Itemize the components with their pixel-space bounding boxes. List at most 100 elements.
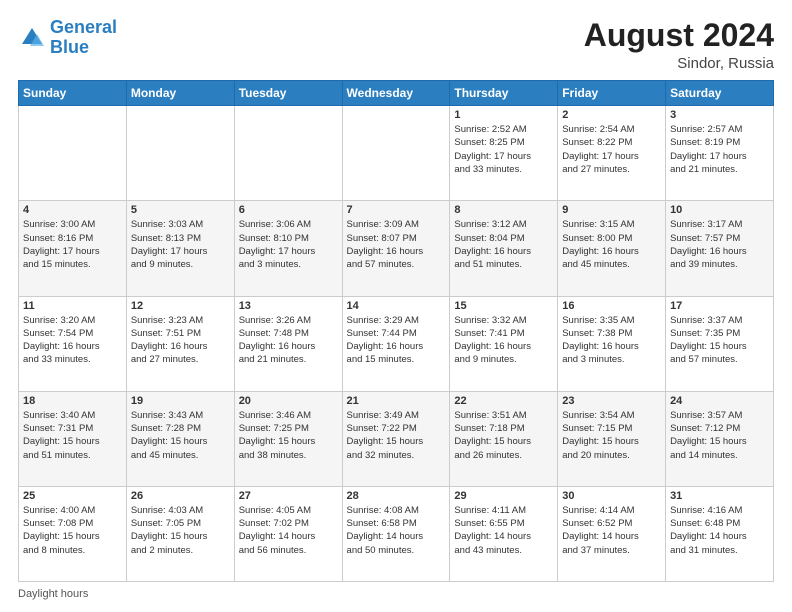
calendar-week-0: 1 Sunrise: 2:52 AM Sunset: 8:25 PM Daylig… bbox=[19, 106, 774, 201]
calendar-cell: 2 Sunrise: 2:54 AM Sunset: 8:22 PM Daylig… bbox=[558, 106, 666, 201]
day-info: Sunrise: 3:54 AM Sunset: 7:15 PM Dayligh… bbox=[562, 409, 661, 462]
calendar-cell: 9 Sunrise: 3:15 AM Sunset: 8:00 PM Daylig… bbox=[558, 201, 666, 296]
calendar-cell: 21 Sunrise: 3:49 AM Sunset: 7:22 PM Dayli… bbox=[342, 391, 450, 486]
day-number: 5 bbox=[131, 204, 230, 216]
day-info: Sunrise: 3:37 AM Sunset: 7:35 PM Dayligh… bbox=[670, 314, 769, 367]
day-number: 29 bbox=[454, 490, 553, 502]
day-info: Sunrise: 3:15 AM Sunset: 8:00 PM Dayligh… bbox=[562, 218, 661, 271]
calendar-cell: 3 Sunrise: 2:57 AM Sunset: 8:19 PM Daylig… bbox=[666, 106, 774, 201]
header: General Blue August 2024 Sindor, Russia bbox=[18, 18, 774, 72]
day-number: 7 bbox=[347, 204, 446, 216]
day-number: 28 bbox=[347, 490, 446, 502]
page: General Blue August 2024 Sindor, Russia … bbox=[0, 0, 792, 612]
calendar-cell: 28 Sunrise: 4:08 AM Sunset: 6:58 PM Dayli… bbox=[342, 486, 450, 581]
day-number: 17 bbox=[670, 300, 769, 312]
col-header-wednesday: Wednesday bbox=[342, 81, 450, 106]
calendar-cell: 25 Sunrise: 4:00 AM Sunset: 7:08 PM Dayli… bbox=[19, 486, 127, 581]
calendar-cell: 24 Sunrise: 3:57 AM Sunset: 7:12 PM Dayli… bbox=[666, 391, 774, 486]
day-info: Sunrise: 3:46 AM Sunset: 7:25 PM Dayligh… bbox=[239, 409, 338, 462]
subtitle: Sindor, Russia bbox=[584, 55, 774, 72]
day-info: Sunrise: 3:17 AM Sunset: 7:57 PM Dayligh… bbox=[670, 218, 769, 271]
day-info: Sunrise: 2:52 AM Sunset: 8:25 PM Dayligh… bbox=[454, 123, 553, 176]
calendar-cell: 4 Sunrise: 3:00 AM Sunset: 8:16 PM Daylig… bbox=[19, 201, 127, 296]
day-number: 14 bbox=[347, 300, 446, 312]
day-info: Sunrise: 3:57 AM Sunset: 7:12 PM Dayligh… bbox=[670, 409, 769, 462]
daylight-hours-label: Daylight hours bbox=[18, 588, 88, 600]
day-number: 9 bbox=[562, 204, 661, 216]
day-info: Sunrise: 3:20 AM Sunset: 7:54 PM Dayligh… bbox=[23, 314, 122, 367]
day-number: 23 bbox=[562, 395, 661, 407]
day-info: Sunrise: 4:00 AM Sunset: 7:08 PM Dayligh… bbox=[23, 504, 122, 557]
day-info: Sunrise: 4:05 AM Sunset: 7:02 PM Dayligh… bbox=[239, 504, 338, 557]
day-number: 31 bbox=[670, 490, 769, 502]
day-number: 2 bbox=[562, 109, 661, 121]
day-info: Sunrise: 3:06 AM Sunset: 8:10 PM Dayligh… bbox=[239, 218, 338, 271]
day-info: Sunrise: 3:26 AM Sunset: 7:48 PM Dayligh… bbox=[239, 314, 338, 367]
day-info: Sunrise: 3:35 AM Sunset: 7:38 PM Dayligh… bbox=[562, 314, 661, 367]
calendar-cell: 20 Sunrise: 3:46 AM Sunset: 7:25 PM Dayli… bbox=[234, 391, 342, 486]
calendar-cell bbox=[234, 106, 342, 201]
day-number: 25 bbox=[23, 490, 122, 502]
calendar-cell: 29 Sunrise: 4:11 AM Sunset: 6:55 PM Dayli… bbox=[450, 486, 558, 581]
day-info: Sunrise: 3:09 AM Sunset: 8:07 PM Dayligh… bbox=[347, 218, 446, 271]
day-number: 20 bbox=[239, 395, 338, 407]
logo: General Blue bbox=[18, 18, 117, 58]
day-info: Sunrise: 3:00 AM Sunset: 8:16 PM Dayligh… bbox=[23, 218, 122, 271]
day-number: 3 bbox=[670, 109, 769, 121]
footer: Daylight hours bbox=[18, 588, 774, 600]
calendar-header-row: SundayMondayTuesdayWednesdayThursdayFrid… bbox=[19, 81, 774, 106]
logo-blue: Blue bbox=[50, 38, 117, 58]
day-number: 4 bbox=[23, 204, 122, 216]
day-info: Sunrise: 2:57 AM Sunset: 8:19 PM Dayligh… bbox=[670, 123, 769, 176]
day-info: Sunrise: 3:29 AM Sunset: 7:44 PM Dayligh… bbox=[347, 314, 446, 367]
calendar-cell: 18 Sunrise: 3:40 AM Sunset: 7:31 PM Dayli… bbox=[19, 391, 127, 486]
calendar-cell: 19 Sunrise: 3:43 AM Sunset: 7:28 PM Dayli… bbox=[126, 391, 234, 486]
calendar-cell: 26Sunrise: 4:03 AM Sunset: 7:05 PM Dayli… bbox=[126, 486, 234, 581]
calendar-cell: 11 Sunrise: 3:20 AM Sunset: 7:54 PM Dayli… bbox=[19, 296, 127, 391]
day-number: 15 bbox=[454, 300, 553, 312]
logo-text: General Blue bbox=[50, 18, 117, 58]
calendar-week-3: 18 Sunrise: 3:40 AM Sunset: 7:31 PM Dayli… bbox=[19, 391, 774, 486]
day-number: 6 bbox=[239, 204, 338, 216]
day-number: 1 bbox=[454, 109, 553, 121]
day-number: 13 bbox=[239, 300, 338, 312]
col-header-tuesday: Tuesday bbox=[234, 81, 342, 106]
col-header-friday: Friday bbox=[558, 81, 666, 106]
day-info: Sunrise: 4:11 AM Sunset: 6:55 PM Dayligh… bbox=[454, 504, 553, 557]
calendar-cell: 22Sunrise: 3:51 AM Sunset: 7:18 PM Dayli… bbox=[450, 391, 558, 486]
day-number: 21 bbox=[347, 395, 446, 407]
day-number: 22 bbox=[454, 395, 553, 407]
day-info: Sunrise: 3:03 AM Sunset: 8:13 PM Dayligh… bbox=[131, 218, 230, 271]
calendar-cell: 17 Sunrise: 3:37 AM Sunset: 7:35 PM Dayli… bbox=[666, 296, 774, 391]
day-info: Sunrise: 4:08 AM Sunset: 6:58 PM Dayligh… bbox=[347, 504, 446, 557]
calendar-cell: 30Sunrise: 4:14 AM Sunset: 6:52 PM Dayli… bbox=[558, 486, 666, 581]
day-info: Sunrise: 4:03 AM Sunset: 7:05 PM Dayligh… bbox=[131, 504, 230, 557]
calendar-week-1: 4 Sunrise: 3:00 AM Sunset: 8:16 PM Daylig… bbox=[19, 201, 774, 296]
day-info: Sunrise: 2:54 AM Sunset: 8:22 PM Dayligh… bbox=[562, 123, 661, 176]
col-header-saturday: Saturday bbox=[666, 81, 774, 106]
day-number: 12 bbox=[131, 300, 230, 312]
calendar-cell bbox=[126, 106, 234, 201]
day-info: Sunrise: 3:23 AM Sunset: 7:51 PM Dayligh… bbox=[131, 314, 230, 367]
calendar-cell bbox=[342, 106, 450, 201]
calendar-week-2: 11 Sunrise: 3:20 AM Sunset: 7:54 PM Dayli… bbox=[19, 296, 774, 391]
day-number: 18 bbox=[23, 395, 122, 407]
day-number: 10 bbox=[670, 204, 769, 216]
calendar-cell: 10 Sunrise: 3:17 AM Sunset: 7:57 PM Dayli… bbox=[666, 201, 774, 296]
col-header-sunday: Sunday bbox=[19, 81, 127, 106]
col-header-thursday: Thursday bbox=[450, 81, 558, 106]
day-number: 16 bbox=[562, 300, 661, 312]
calendar-cell: 16 Sunrise: 3:35 AM Sunset: 7:38 PM Dayli… bbox=[558, 296, 666, 391]
calendar-cell bbox=[19, 106, 127, 201]
day-number: 8 bbox=[454, 204, 553, 216]
day-info: Sunrise: 3:49 AM Sunset: 7:22 PM Dayligh… bbox=[347, 409, 446, 462]
calendar-cell: 12 Sunrise: 3:23 AM Sunset: 7:51 PM Dayli… bbox=[126, 296, 234, 391]
calendar-cell: 23 Sunrise: 3:54 AM Sunset: 7:15 PM Dayli… bbox=[558, 391, 666, 486]
day-info: Sunrise: 3:43 AM Sunset: 7:28 PM Dayligh… bbox=[131, 409, 230, 462]
day-number: 24 bbox=[670, 395, 769, 407]
day-number: 19 bbox=[131, 395, 230, 407]
col-header-monday: Monday bbox=[126, 81, 234, 106]
calendar-cell: 13 Sunrise: 3:26 AM Sunset: 7:48 PM Dayli… bbox=[234, 296, 342, 391]
day-info: Sunrise: 3:40 AM Sunset: 7:31 PM Dayligh… bbox=[23, 409, 122, 462]
day-number: 11 bbox=[23, 300, 122, 312]
